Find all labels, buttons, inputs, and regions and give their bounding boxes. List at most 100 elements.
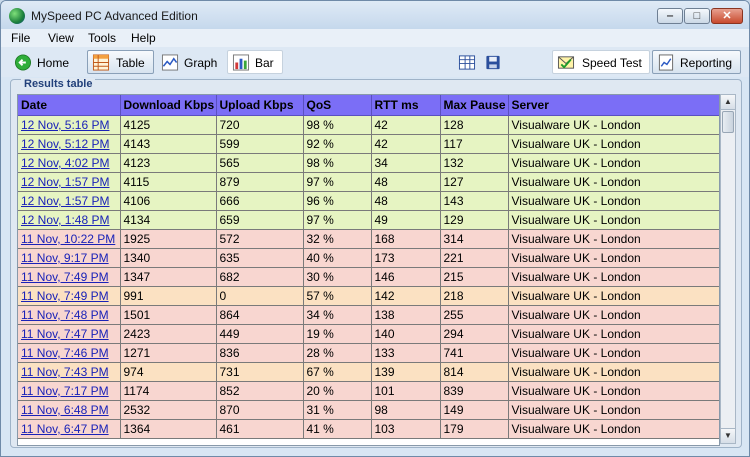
cell-upload-kbps: 864 <box>216 305 304 325</box>
reporting-button[interactable]: Reporting <box>652 50 741 74</box>
cell-upload-kbps: 852 <box>216 381 304 401</box>
menu-tools[interactable]: Tools <box>88 31 116 45</box>
cell-qos: 98 % <box>303 153 372 173</box>
date-link[interactable]: 12 Nov, 1:48 PM <box>18 210 121 230</box>
table-row[interactable]: 11 Nov, 6:47 PM 1364 461 41 % 103 179 Visualwa… <box>18 419 719 439</box>
date-link[interactable]: 11 Nov, 7:17 PM <box>18 381 121 401</box>
cell-max-pause: 294 <box>440 324 509 344</box>
cell-download-kbps: 1347 <box>120 267 217 287</box>
table-row[interactable]: 11 Nov, 7:49 PM 991 0 57 % 142 218 Visualware … <box>18 286 719 306</box>
column-header-upload-kbps[interactable]: Upload Kbps <box>216 95 304 116</box>
cell-rtt-ms: 139 <box>371 362 441 382</box>
cell-server: Visualware UK - London <box>508 419 719 439</box>
cell-server: Visualware UK - London <box>508 286 719 306</box>
date-link[interactable]: 11 Nov, 7:47 PM <box>18 324 121 344</box>
cell-upload-kbps: 565 <box>216 153 304 173</box>
cell-upload-kbps: 599 <box>216 134 304 154</box>
cell-server: Visualware UK - London <box>508 343 719 363</box>
table-label: Table <box>116 56 145 70</box>
cell-rtt-ms: 168 <box>371 229 441 249</box>
date-link[interactable]: 12 Nov, 4:02 PM <box>18 153 121 173</box>
date-link[interactable]: 11 Nov, 7:49 PM <box>18 286 121 306</box>
date-link[interactable]: 12 Nov, 5:16 PM <box>18 115 121 135</box>
home-button[interactable]: Home <box>9 50 81 74</box>
table-row[interactable]: 11 Nov, 7:43 PM 974 731 67 % 139 814 Visualwar… <box>18 362 719 382</box>
cell-rtt-ms: 142 <box>371 286 441 306</box>
bar-chart-icon <box>232 54 250 71</box>
cell-rtt-ms: 146 <box>371 267 441 287</box>
table-row[interactable]: 11 Nov, 10:22 PM 1925 572 32 % 168 314 Visualw… <box>18 229 719 249</box>
bar-view-button[interactable]: Bar <box>227 50 283 74</box>
scroll-down-arrow[interactable]: ▼ <box>721 428 735 443</box>
cell-qos: 19 % <box>303 324 372 344</box>
cell-server: Visualware UK - London <box>508 210 719 230</box>
date-link[interactable]: 11 Nov, 10:22 PM <box>18 229 121 249</box>
graph-view-button[interactable]: Graph <box>156 50 224 74</box>
column-header-download-kbps[interactable]: Download Kbps <box>120 95 217 116</box>
scroll-up-arrow[interactable]: ▲ <box>721 95 735 110</box>
speed-test-button[interactable]: Speed Test <box>552 50 650 74</box>
date-link[interactable]: 11 Nov, 7:46 PM <box>18 343 121 363</box>
cell-download-kbps: 1925 <box>120 229 217 249</box>
column-header-date[interactable]: Date <box>18 95 121 116</box>
cell-qos: 96 % <box>303 191 372 211</box>
table-row[interactable]: 12 Nov, 5:12 PM 4143 599 92 % 42 117 Visualwar… <box>18 134 719 154</box>
title-bar[interactable]: MySpeed PC Advanced Edition ‒ □ ✕ <box>1 1 749 29</box>
table-row[interactable]: 12 Nov, 1:48 PM 4134 659 97 % 49 129 Visualwar… <box>18 210 719 230</box>
date-link[interactable]: 11 Nov, 7:43 PM <box>18 362 121 382</box>
table-row[interactable]: 11 Nov, 7:48 PM 1501 864 34 % 138 255 Visualwa… <box>18 305 719 325</box>
cell-qos: 32 % <box>303 229 372 249</box>
date-link[interactable]: 12 Nov, 5:12 PM <box>18 134 121 154</box>
date-link[interactable]: 12 Nov, 1:57 PM <box>18 191 121 211</box>
cell-rtt-ms: 140 <box>371 324 441 344</box>
cell-rtt-ms: 173 <box>371 248 441 268</box>
menu-file[interactable]: File <box>11 31 30 45</box>
save-button[interactable] <box>479 50 503 74</box>
cell-qos: 97 % <box>303 210 372 230</box>
date-link[interactable]: 11 Nov, 7:48 PM <box>18 305 121 325</box>
column-header-rtt-ms[interactable]: RTT ms <box>371 95 441 116</box>
table-row[interactable]: 12 Nov, 1:57 PM 4115 879 97 % 48 127 Visualwar… <box>18 172 719 192</box>
menu-help[interactable]: Help <box>131 31 156 45</box>
close-button[interactable]: ✕ <box>711 8 743 24</box>
table-row[interactable]: 11 Nov, 9:17 PM 1340 635 40 % 173 221 Visualwa… <box>18 248 719 268</box>
column-header-max-pause[interactable]: Max Pause <box>440 95 509 116</box>
table-row[interactable]: 11 Nov, 7:49 PM 1347 682 30 % 146 215 Visualwa… <box>18 267 719 287</box>
cell-rtt-ms: 42 <box>371 134 441 154</box>
results-grid: Date Download Kbps Upload Kbps QoS RTT ms Max… <box>17 94 720 446</box>
cell-max-pause: 221 <box>440 248 509 268</box>
table-row[interactable]: 12 Nov, 5:16 PM 4125 720 98 % 42 128 Visualwar… <box>18 115 719 135</box>
header-row: Date Download Kbps Upload Kbps QoS RTT ms Max… <box>18 95 719 116</box>
cell-qos: 34 % <box>303 305 372 325</box>
table-row[interactable]: 11 Nov, 7:17 PM 1174 852 20 % 101 839 Visualwa… <box>18 381 719 401</box>
cell-upload-kbps: 682 <box>216 267 304 287</box>
speed-test-icon <box>557 56 575 69</box>
date-link[interactable]: 11 Nov, 7:49 PM <box>18 267 121 287</box>
table-row[interactable]: 11 Nov, 7:46 PM 1271 836 28 % 133 741 Visualwa… <box>18 343 719 363</box>
table-row[interactable]: 12 Nov, 1:57 PM 4106 666 96 % 48 143 Visualwar… <box>18 191 719 211</box>
menu-view[interactable]: View <box>48 31 74 45</box>
table-row[interactable]: 12 Nov, 4:02 PM 4123 565 98 % 34 132 Visualwar… <box>18 153 719 173</box>
results-table-title: Results table <box>21 78 96 90</box>
cell-upload-kbps: 731 <box>216 362 304 382</box>
maximize-button[interactable]: □ <box>684 8 710 24</box>
cell-max-pause: 117 <box>440 134 509 154</box>
scroll-thumb[interactable] <box>722 111 734 133</box>
cell-max-pause: 149 <box>440 400 509 420</box>
date-link[interactable]: 11 Nov, 6:47 PM <box>18 419 121 439</box>
vertical-scrollbar[interactable]: ▲ ▼ <box>720 94 736 444</box>
date-link[interactable]: 12 Nov, 1:57 PM <box>18 172 121 192</box>
cell-max-pause: 129 <box>440 210 509 230</box>
cell-upload-kbps: 836 <box>216 343 304 363</box>
date-link[interactable]: 11 Nov, 6:48 PM <box>18 400 121 420</box>
columns-button[interactable] <box>453 50 477 74</box>
table-view-button[interactable]: Table <box>87 50 154 74</box>
table-row[interactable]: 11 Nov, 7:47 PM 2423 449 19 % 140 294 Visualwa… <box>18 324 719 344</box>
date-link[interactable]: 11 Nov, 9:17 PM <box>18 248 121 268</box>
minimize-button[interactable]: ‒ <box>657 8 683 24</box>
column-header-qos[interactable]: QoS <box>303 95 372 116</box>
reporting-icon <box>658 54 674 71</box>
table-row[interactable]: 11 Nov, 6:48 PM 2532 870 31 % 98 149 Visualwar… <box>18 400 719 420</box>
cell-qos: 31 % <box>303 400 372 420</box>
column-header-server[interactable]: Server <box>508 95 719 116</box>
